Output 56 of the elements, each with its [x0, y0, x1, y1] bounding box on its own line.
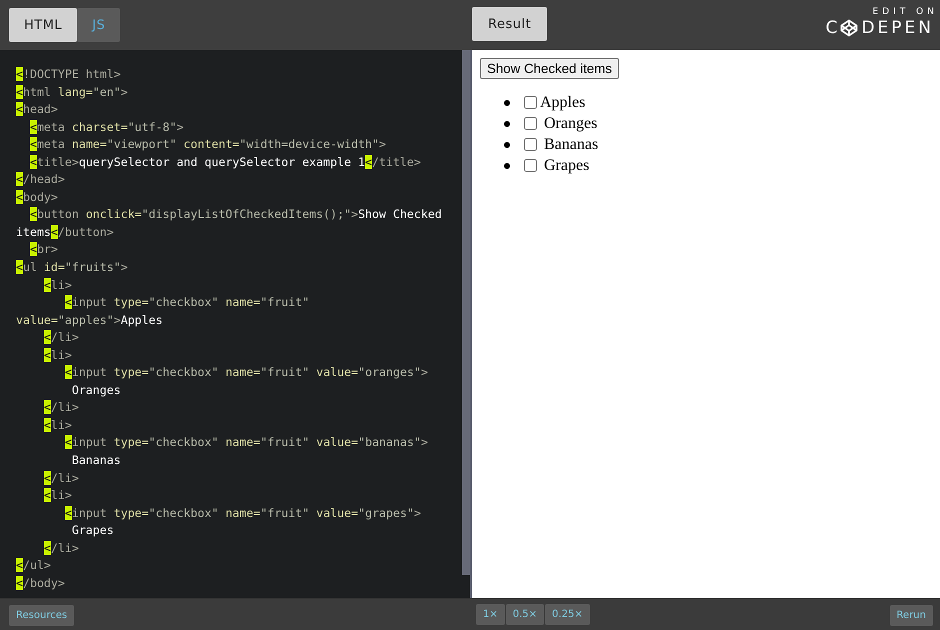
edit-on-label: EDIT ON: [872, 7, 938, 17]
bullet-icon: [504, 120, 510, 126]
code-line: </ul>: [16, 557, 52, 574]
code-line: items</button>: [16, 224, 115, 241]
code-line: <head>: [16, 101, 59, 118]
editor-tab[interactable]: HTML: [9, 8, 78, 42]
fruit-label: Oranges: [544, 114, 598, 132]
code-line: <li>: [42, 487, 73, 504]
fruit-checkbox[interactable]: [524, 117, 537, 130]
code-line: Bananas: [70, 452, 122, 470]
code-line: <input type="checkbox" name="fruit": [64, 294, 310, 312]
code-line: <ul id="fruits">: [16, 259, 129, 276]
code-line: value="apples">Apples: [16, 312, 164, 329]
code-line: <body>: [16, 188, 59, 206]
bullet-icon: [504, 142, 510, 148]
code-line: </li>: [42, 399, 80, 416]
fruit-checkbox[interactable]: [524, 138, 537, 151]
code-line: <!DOCTYPE html>: [16, 66, 122, 83]
code-line: <input type="checkbox" name="fruit" value="oranges">: [64, 364, 429, 382]
code-line: <li>: [42, 416, 73, 434]
code-line: </li>: [42, 540, 80, 557]
show-checked-button[interactable]: Show Checked items: [480, 58, 619, 79]
zoom-button[interactable]: 0.5×: [506, 604, 544, 625]
fruit-checkbox[interactable]: [524, 96, 537, 109]
resources-button[interactable]: Resources: [9, 605, 74, 626]
fruit-checkbox[interactable]: [524, 159, 537, 172]
fruit-label: Bananas: [544, 136, 598, 154]
editor-tab[interactable]: JS: [77, 8, 120, 42]
code-line: <li>: [42, 346, 73, 364]
code-line: <meta name="viewport" content="width=device-width">: [28, 136, 387, 154]
zoom-button[interactable]: 1×: [476, 604, 505, 625]
code-line: <html lang="en">: [16, 84, 129, 101]
rerun-button[interactable]: Rerun: [890, 605, 933, 626]
code-line: <br>: [28, 241, 59, 258]
zoom-button[interactable]: 0.25×: [545, 604, 590, 625]
logo-text: C: [826, 18, 840, 38]
code-line: <title>querySelector and querySelector example 1</title>: [28, 154, 422, 171]
fruit-label: Apples: [540, 94, 586, 112]
code-line: </body>: [16, 574, 66, 592]
logo-text: DEPEN: [861, 18, 934, 38]
fruit-label: Grapes: [544, 156, 590, 174]
code-line: </li>: [42, 470, 80, 487]
code-line: <meta charset="utf-8">: [28, 118, 185, 136]
code-line: Grapes: [70, 522, 115, 540]
code-line: </li>: [42, 329, 80, 346]
bullet-icon: [504, 162, 510, 168]
code-line: <input type="checkbox" name="fruit" value="bananas">: [64, 434, 429, 452]
code-line: <input type="checkbox" name="fruit" value="grapes">: [64, 504, 422, 522]
code-line: <button onclick="displayListOfCheckedItems();">Show Checked: [28, 206, 443, 224]
code-line: Oranges: [70, 382, 122, 399]
cube-logo-icon: [840, 19, 858, 37]
scrollbar-thumb[interactable]: [462, 50, 470, 575]
code-line: </head>: [16, 171, 66, 188]
code-line: <li>: [42, 276, 73, 294]
bullet-icon: [504, 100, 510, 106]
result-tab[interactable]: Result: [472, 7, 548, 41]
